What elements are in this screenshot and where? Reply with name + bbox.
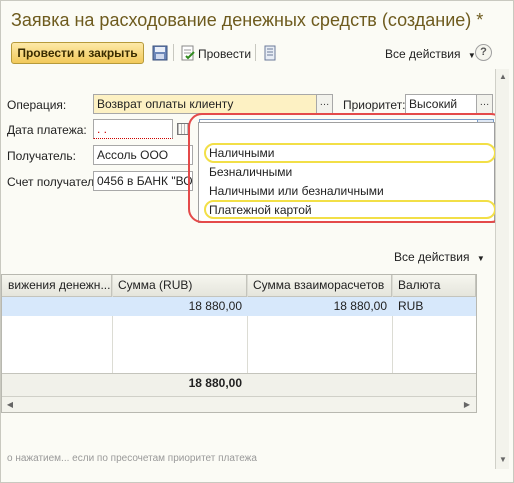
hint-text: о нажатием... если по пресочетам приорит… (7, 453, 257, 464)
toolbar-divider (255, 44, 256, 61)
help-button[interactable]: ? (475, 44, 492, 61)
all-actions-menu[interactable]: Все действия ▼ (385, 47, 476, 61)
table-all-actions-menu[interactable]: Все действия ▼ (394, 250, 485, 264)
recipient-account-label: Счет получателя: (7, 175, 104, 189)
horizontal-scrollbar[interactable]: ◀ ▶ (2, 396, 476, 412)
save-icon[interactable] (152, 45, 168, 61)
column-header-settlement-amount[interactable]: Сумма взаиморасчетов (247, 275, 392, 297)
decoding-table: вижения денежн... Сумма (RUB) Сумма взаи… (1, 274, 477, 413)
column-header-currency[interactable]: Валюта (392, 275, 476, 297)
form-window: Заявка на расходование денежных средств … (0, 0, 514, 483)
column-header-movement[interactable]: вижения денежн... (2, 275, 112, 297)
payment-date-field[interactable]: . . (93, 119, 173, 139)
column-header-amount[interactable]: Сумма (RUB) (112, 275, 247, 297)
scroll-up-icon[interactable]: ▲ (496, 70, 510, 83)
recipient-account-field[interactable]: 0456 в БАНК "ВОЗР (93, 171, 193, 191)
operation-field[interactable]: Возврат оплаты клиенту (93, 94, 317, 114)
table-cell-amount: 18 880,00 (188, 299, 242, 313)
chevron-down-icon: ▼ (476, 254, 485, 263)
annotation-frame (188, 113, 505, 223)
priority-select-button[interactable]: … (476, 94, 493, 114)
toolbar: Провести и закрыть Провести Все действия… (1, 37, 513, 67)
post-icon[interactable] (180, 45, 196, 61)
priority-label: Приоритет: (343, 98, 406, 112)
list-icon[interactable] (262, 45, 278, 61)
recipient-label: Получатель: (7, 149, 76, 163)
post-button[interactable]: Провести (198, 47, 251, 61)
vertical-scrollbar[interactable]: ▲ ▼ (495, 69, 509, 469)
scroll-down-icon[interactable]: ▼ (496, 453, 510, 466)
priority-field[interactable]: Высокий (405, 94, 477, 114)
payment-date-label: Дата платежа: (7, 123, 87, 137)
operation-label: Операция: (7, 98, 67, 112)
post-and-close-button[interactable]: Провести и закрыть (11, 42, 144, 64)
toolbar-divider (173, 44, 174, 61)
table-cell-currency: RUB (398, 299, 424, 313)
scroll-left-icon[interactable]: ◀ (3, 398, 17, 411)
table-cell-settlement-amount: 18 880,00 (333, 299, 387, 313)
operation-select-button[interactable]: … (316, 94, 333, 114)
recipient-field[interactable]: Ассоль ООО (93, 145, 193, 165)
scroll-right-icon[interactable]: ▶ (460, 398, 474, 411)
table-cell-movement (8, 297, 108, 316)
all-actions-label: Все действия (385, 47, 461, 61)
table-all-actions-label: Все действия (394, 250, 470, 264)
window-title: Заявка на расходование денежных средств … (11, 10, 484, 30)
total-amount: 18 880,00 (188, 376, 242, 390)
